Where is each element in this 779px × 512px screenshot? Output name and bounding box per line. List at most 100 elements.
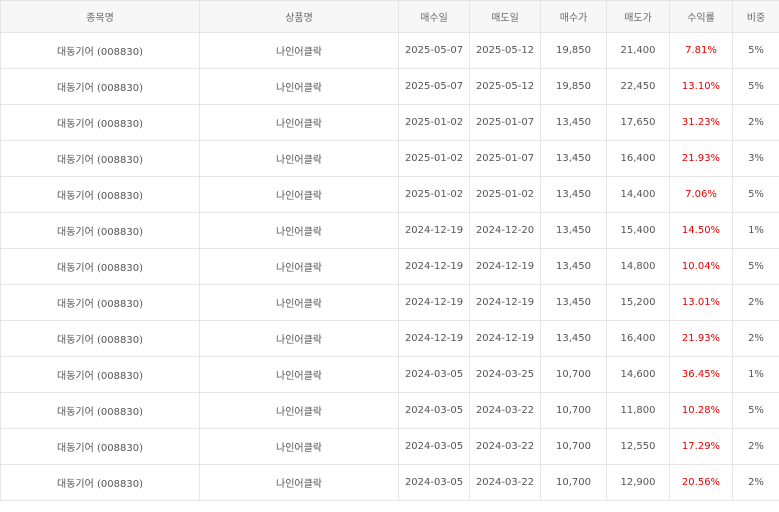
- cell-return-rate: 21.93%: [669, 320, 733, 357]
- table-row[interactable]: 대동기어 (008830) 나인어클락 2024-12-19 2024-12-2…: [0, 212, 779, 249]
- cell-sell-date: 2025-01-07: [469, 140, 541, 177]
- cell-weight: 2%: [732, 104, 779, 141]
- cell-product-name: 나인어클락: [199, 284, 399, 321]
- header-stock-name[interactable]: 종목명: [0, 0, 200, 33]
- cell-weight: 5%: [732, 68, 779, 105]
- header-buy-date[interactable]: 매수일: [398, 0, 470, 33]
- cell-buy-price: 10,700: [540, 392, 607, 429]
- cell-product-name: 나인어클락: [199, 428, 399, 465]
- cell-buy-date: 2024-03-05: [398, 428, 470, 465]
- cell-buy-date: 2025-05-07: [398, 32, 470, 69]
- cell-stock-name: 대동기어 (008830): [0, 392, 200, 429]
- cell-buy-price: 10,700: [540, 464, 607, 501]
- cell-sell-price: 17,650: [606, 104, 670, 141]
- cell-sell-price: 22,450: [606, 68, 670, 105]
- cell-buy-price: 13,450: [540, 248, 607, 285]
- table-row[interactable]: 대동기어 (008830) 나인어클락 2025-01-02 2025-01-0…: [0, 176, 779, 213]
- cell-sell-price: 14,800: [606, 248, 670, 285]
- cell-stock-name: 대동기어 (008830): [0, 68, 200, 105]
- cell-weight: 2%: [732, 284, 779, 321]
- trade-history-table-container: 종목명 상품명 매수일 매도일 매수가 매도가 수익률 비중 대동기어 (008…: [0, 0, 779, 512]
- cell-weight: 2%: [732, 428, 779, 465]
- cell-product-name: 나인어클락: [199, 212, 399, 249]
- header-return-rate[interactable]: 수익률: [669, 0, 733, 33]
- cell-weight: 3%: [732, 140, 779, 177]
- cell-buy-date: 2024-12-19: [398, 284, 470, 321]
- cell-sell-date: 2025-05-12: [469, 32, 541, 69]
- cell-buy-date: 2024-12-19: [398, 320, 470, 357]
- cell-buy-date: 2025-01-02: [398, 176, 470, 213]
- cell-buy-date: 2025-01-02: [398, 104, 470, 141]
- table-row[interactable]: 대동기어 (008830) 나인어클락 2025-05-07 2025-05-1…: [0, 68, 779, 105]
- cell-return-rate: 14.50%: [669, 212, 733, 249]
- header-product-name[interactable]: 상품명: [199, 0, 399, 33]
- cell-sell-price: 14,400: [606, 176, 670, 213]
- cell-buy-price: 13,450: [540, 284, 607, 321]
- table-row[interactable]: 대동기어 (008830) 나인어클락 2024-03-05 2024-03-2…: [0, 428, 779, 465]
- cell-buy-price: 10,700: [540, 356, 607, 393]
- cell-weight: 1%: [732, 356, 779, 393]
- cell-sell-date: 2024-12-19: [469, 320, 541, 357]
- trade-history-table: 종목명 상품명 매수일 매도일 매수가 매도가 수익률 비중 대동기어 (008…: [0, 0, 779, 501]
- cell-sell-date: 2024-03-22: [469, 464, 541, 501]
- cell-buy-price: 19,850: [540, 68, 607, 105]
- cell-stock-name: 대동기어 (008830): [0, 140, 200, 177]
- header-sell-date[interactable]: 매도일: [469, 0, 541, 33]
- cell-weight: 5%: [732, 248, 779, 285]
- table-row[interactable]: 대동기어 (008830) 나인어클락 2024-12-19 2024-12-1…: [0, 248, 779, 285]
- cell-sell-date: 2024-12-19: [469, 284, 541, 321]
- table-row[interactable]: 대동기어 (008830) 나인어클락 2024-12-19 2024-12-1…: [0, 320, 779, 357]
- cell-product-name: 나인어클락: [199, 32, 399, 69]
- table-row[interactable]: 대동기어 (008830) 나인어클락 2025-01-02 2025-01-0…: [0, 104, 779, 141]
- cell-return-rate: 7.06%: [669, 176, 733, 213]
- table-row[interactable]: 대동기어 (008830) 나인어클락 2025-01-02 2025-01-0…: [0, 140, 779, 177]
- cell-product-name: 나인어클락: [199, 68, 399, 105]
- cell-return-rate: 10.28%: [669, 392, 733, 429]
- cell-sell-date: 2024-12-20: [469, 212, 541, 249]
- cell-sell-price: 21,400: [606, 32, 670, 69]
- cell-sell-date: 2025-01-07: [469, 104, 541, 141]
- cell-buy-price: 10,700: [540, 428, 607, 465]
- table-row[interactable]: 대동기어 (008830) 나인어클락 2024-03-05 2024-03-2…: [0, 392, 779, 429]
- cell-return-rate: 36.45%: [669, 356, 733, 393]
- cell-sell-price: 12,550: [606, 428, 670, 465]
- cell-return-rate: 17.29%: [669, 428, 733, 465]
- cell-sell-price: 16,400: [606, 320, 670, 357]
- cell-product-name: 나인어클락: [199, 176, 399, 213]
- cell-stock-name: 대동기어 (008830): [0, 320, 200, 357]
- cell-sell-date: 2024-03-22: [469, 392, 541, 429]
- cell-buy-price: 13,450: [540, 140, 607, 177]
- cell-weight: 5%: [732, 176, 779, 213]
- cell-stock-name: 대동기어 (008830): [0, 248, 200, 285]
- cell-return-rate: 21.93%: [669, 140, 733, 177]
- cell-stock-name: 대동기어 (008830): [0, 212, 200, 249]
- cell-stock-name: 대동기어 (008830): [0, 464, 200, 501]
- cell-sell-price: 11,800: [606, 392, 670, 429]
- table-row[interactable]: 대동기어 (008830) 나인어클락 2024-12-19 2024-12-1…: [0, 284, 779, 321]
- cell-weight: 2%: [732, 464, 779, 501]
- cell-buy-date: 2024-03-05: [398, 464, 470, 501]
- cell-buy-date: 2024-03-05: [398, 356, 470, 393]
- cell-buy-price: 13,450: [540, 104, 607, 141]
- cell-return-rate: 7.81%: [669, 32, 733, 69]
- header-sell-price[interactable]: 매도가: [606, 0, 670, 33]
- cell-buy-price: 13,450: [540, 320, 607, 357]
- cell-product-name: 나인어클락: [199, 104, 399, 141]
- cell-buy-price: 13,450: [540, 212, 607, 249]
- cell-weight: 5%: [732, 32, 779, 69]
- table-row[interactable]: 대동기어 (008830) 나인어클락 2025-05-07 2025-05-1…: [0, 32, 779, 69]
- cell-buy-date: 2024-12-19: [398, 212, 470, 249]
- cell-product-name: 나인어클락: [199, 392, 399, 429]
- header-buy-price[interactable]: 매수가: [540, 0, 607, 33]
- table-row[interactable]: 대동기어 (008830) 나인어클락 2024-03-05 2024-03-2…: [0, 464, 779, 501]
- cell-sell-price: 15,200: [606, 284, 670, 321]
- cell-product-name: 나인어클락: [199, 356, 399, 393]
- cell-stock-name: 대동기어 (008830): [0, 32, 200, 69]
- table-header-row: 종목명 상품명 매수일 매도일 매수가 매도가 수익률 비중: [0, 0, 779, 33]
- cell-stock-name: 대동기어 (008830): [0, 428, 200, 465]
- cell-stock-name: 대동기어 (008830): [0, 284, 200, 321]
- header-weight[interactable]: 비중: [732, 0, 779, 33]
- cell-sell-date: 2024-12-19: [469, 248, 541, 285]
- table-row[interactable]: 대동기어 (008830) 나인어클락 2024-03-05 2024-03-2…: [0, 356, 779, 393]
- cell-buy-date: 2024-03-05: [398, 392, 470, 429]
